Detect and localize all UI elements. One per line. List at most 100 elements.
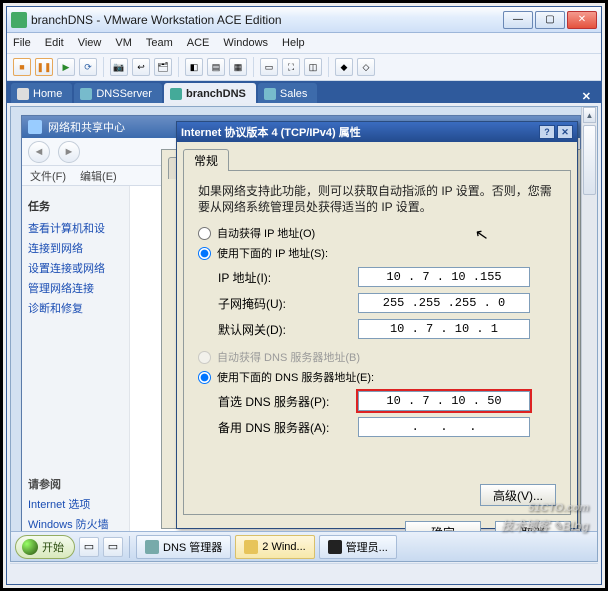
ipv4-close-button[interactable]: ✕ (557, 125, 573, 139)
radio-manual-dns[interactable]: 使用下面的 DNS 服务器地址(E): (198, 369, 556, 385)
guest-vscrollbar[interactable]: ▲ ▼ (581, 107, 597, 561)
radio-auto-dns: 自动获得 DNS 服务器地址(B) (198, 349, 556, 365)
maximize-button[interactable]: ▢ (535, 11, 565, 29)
menu-view[interactable]: View (78, 37, 102, 49)
fullscreen-icon[interactable]: ⛶ (282, 58, 300, 76)
ipv4-description: 如果网络支持此功能，则可以获取自动指派的 IP 设置。否则，您需要从网络系统管理… (198, 183, 556, 215)
menu-file[interactable]: File (13, 37, 31, 49)
seealso-heading: 请参阅 (28, 476, 123, 492)
vm-icon (80, 88, 92, 100)
label-ip: IP 地址(I): (218, 269, 358, 286)
power-on-icon[interactable]: ▶ (57, 58, 75, 76)
quicklaunch-item[interactable]: ▭ (79, 537, 99, 557)
taskbar-app-dnsmgr-label: DNS 管理器 (163, 539, 222, 555)
scroll-thumb[interactable] (583, 125, 596, 195)
ipv4-properties-dialog: Internet 协议版本 4 (TCP/IPv4) 属性 ? ✕ 常规 如果网… (176, 121, 578, 529)
ipv4-titlebar: Internet 协议版本 4 (TCP/IPv4) 属性 ? ✕ (177, 122, 577, 142)
suspend-icon[interactable]: ❚❚ (35, 58, 53, 76)
radio-auto-ip-input[interactable] (198, 227, 211, 240)
tab-close-icon[interactable]: ✕ (576, 90, 597, 103)
radio-auto-ip[interactable]: 自动获得 IP 地址(O) (198, 225, 556, 241)
task-setup-connection[interactable]: 设置连接或网络 (28, 262, 123, 276)
seealso-firewall[interactable]: Windows 防火墙 (28, 518, 123, 532)
menu-edit[interactable]: Edit (45, 37, 64, 49)
sidebar-icon[interactable]: ◧ (185, 58, 203, 76)
menu-windows[interactable]: Windows (223, 37, 268, 49)
seealso-internet-options[interactable]: Internet 选项 (28, 498, 123, 512)
ipv4-tab-general[interactable]: 常规 (183, 149, 229, 171)
menu-team[interactable]: Team (146, 37, 173, 49)
task-view-computers[interactable]: 查看计算机和设 (28, 222, 123, 236)
start-orb-icon (22, 539, 38, 555)
radio-manual-dns-label: 使用下面的 DNS 服务器地址(E): (217, 369, 374, 385)
advanced-button[interactable]: 高级(V)... (480, 484, 556, 506)
start-button[interactable]: 开始 (15, 535, 75, 559)
vm-icon (264, 88, 276, 100)
revert-icon[interactable]: ↩ (132, 58, 150, 76)
folder-icon (244, 540, 258, 554)
ipv4-help-button[interactable]: ? (539, 125, 555, 139)
dns-manager-icon (145, 540, 159, 554)
quicklaunch-item[interactable]: ▭ (103, 537, 123, 557)
ip-group: IP 地址(I): 子网掩码(U): 默认网关(D): (198, 267, 556, 339)
nav-fwd-icon[interactable]: ► (58, 141, 80, 163)
task-manage-connections[interactable]: 管理网络连接 (28, 282, 123, 296)
menu-bar: File Edit View VM Team ACE Windows Help (7, 33, 601, 53)
vm-tabstrip: Home DNSServer branchDNS Sales ✕ (7, 81, 601, 103)
menu-vm[interactable]: VM (115, 37, 132, 49)
tab-dnsserver[interactable]: DNSServer (74, 83, 162, 103)
input-mask[interactable] (358, 293, 530, 313)
radio-auto-dns-input (198, 351, 211, 364)
ace-wiz-icon[interactable]: ◇ (357, 58, 375, 76)
quickswitch-icon[interactable]: ▭ (260, 58, 278, 76)
nav-back-icon[interactable]: ◄ (28, 141, 50, 163)
tab-home[interactable]: Home (11, 83, 72, 103)
radio-manual-ip-label: 使用下面的 IP 地址(S): (217, 245, 328, 261)
vmware-statusbar (10, 563, 598, 581)
start-label: 开始 (42, 539, 64, 555)
task-diagnose-repair[interactable]: 诊断和修复 (28, 302, 123, 316)
dns-group: 首选 DNS 服务器(P): 备用 DNS 服务器(A): (198, 391, 556, 437)
task-connect-network[interactable]: 连接到网络 (28, 242, 123, 256)
tab-branchdns-label: branchDNS (186, 88, 246, 100)
snapshot-manager-icon[interactable]: 🗂 (154, 58, 172, 76)
tab-branchdns[interactable]: branchDNS (164, 83, 256, 103)
input-ip[interactable] (358, 267, 530, 287)
radio-manual-dns-input[interactable] (198, 371, 211, 384)
summary-icon[interactable]: ▦ (229, 58, 247, 76)
power-off-icon[interactable]: ■ (13, 58, 31, 76)
menu-ace[interactable]: ACE (187, 37, 210, 49)
radio-auto-dns-label: 自动获得 DNS 服务器地址(B) (217, 349, 360, 365)
window-title: branchDNS - VMware Workstation ACE Editi… (31, 13, 282, 27)
network-center-title: 网络和共享中心 (48, 119, 125, 135)
taskbar-app-explorer-label: 2 Wind... (262, 541, 305, 553)
ace-icon[interactable]: ◆ (335, 58, 353, 76)
unity-icon[interactable]: ◫ (304, 58, 322, 76)
label-mask: 子网掩码(U): (218, 295, 358, 312)
taskbar-app-cmd[interactable]: 管理员... (319, 535, 397, 559)
guest-desktop: 网络和共享中心 ◄ ► 文件(F) 编辑(E) 任务 查看计算机和设 连接到网络… (10, 106, 598, 562)
console-icon[interactable]: ▤ (207, 58, 225, 76)
menu-help[interactable]: Help (282, 37, 305, 49)
toolbar: ■ ❚❚ ▶ ⟳ 📷 ↩ 🗂 ◧ ▤ ▦ ▭ ⛶ ◫ ◆ ◇ (7, 53, 601, 81)
minimize-button[interactable]: — (503, 11, 533, 29)
scroll-up-icon[interactable]: ▲ (583, 107, 596, 123)
label-gw: 默认网关(D): (218, 321, 358, 338)
snapshot-icon[interactable]: 📷 (110, 58, 128, 76)
input-dns-primary[interactable] (358, 391, 530, 411)
nc-menu-edit[interactable]: 编辑(E) (80, 168, 117, 183)
tab-home-label: Home (33, 88, 62, 100)
taskbar-app-cmd-label: 管理员... (346, 539, 388, 555)
tab-sales[interactable]: Sales (258, 83, 318, 103)
taskbar-app-explorer[interactable]: 2 Wind... (235, 535, 314, 559)
label-dns1: 首选 DNS 服务器(P): (218, 393, 358, 410)
taskbar-app-dnsmgr[interactable]: DNS 管理器 (136, 535, 231, 559)
reset-icon[interactable]: ⟳ (79, 58, 97, 76)
input-gateway[interactable] (358, 319, 530, 339)
radio-manual-ip-input[interactable] (198, 247, 211, 260)
input-dns-secondary[interactable] (358, 417, 530, 437)
nc-menu-file[interactable]: 文件(F) (30, 168, 66, 183)
radio-manual-ip[interactable]: 使用下面的 IP 地址(S): (198, 245, 556, 261)
close-button[interactable]: ✕ (567, 11, 597, 29)
home-icon (17, 88, 29, 100)
